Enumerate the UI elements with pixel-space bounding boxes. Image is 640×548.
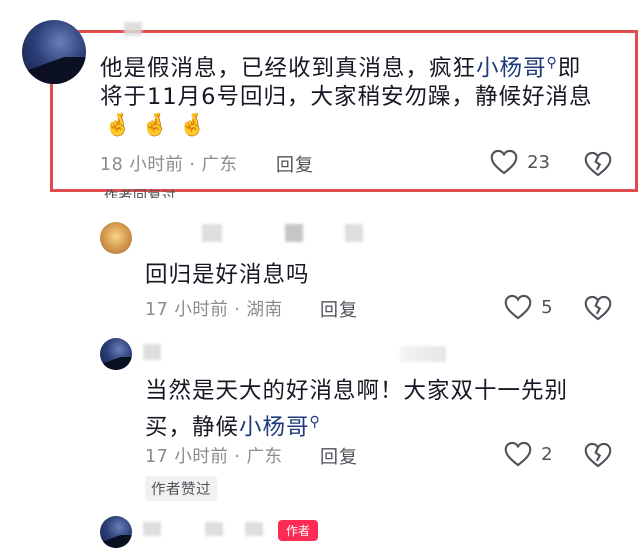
like-count: 23: [527, 151, 550, 173]
username-blurred[interactable]: [143, 344, 161, 360]
dislike-button[interactable]: [584, 151, 612, 181]
dislike-button[interactable]: [584, 442, 612, 472]
search-icon[interactable]: ⚲: [547, 55, 558, 71]
keyword-link[interactable]: 小杨哥: [476, 56, 547, 82]
avatar[interactable]: [100, 338, 132, 370]
comment-text-line1: 他是假消息，已经收到真消息，疯狂: [100, 55, 477, 82]
comment-text-line2-start: 买，静候: [145, 414, 240, 441]
like-button[interactable]: 23: [490, 149, 550, 179]
time-location: 18 小时前 · 广东: [100, 155, 238, 175]
comment-text-line1-end: 即: [557, 55, 582, 82]
comment-text: 回归是好消息吗: [145, 262, 310, 288]
broken-heart-icon: [584, 151, 612, 177]
author-liked-tag: 作者赞过: [145, 476, 217, 501]
search-icon[interactable]: ⚲: [310, 414, 321, 430]
reply-button[interactable]: 回复: [276, 151, 314, 177]
comment-text-line1: 当然是天大的好消息啊！大家双十一先别: [145, 378, 569, 404]
username-blurred[interactable]: [285, 224, 303, 242]
username-blurred[interactable]: [400, 346, 446, 362]
comment-text-line2: 买，静候小杨哥⚲: [145, 405, 321, 445]
comment-text-line2: 将于11月6号回归，大家稍安勿躁，静候好消息: [100, 84, 593, 110]
heart-icon: [490, 149, 518, 175]
avatar[interactable]: [22, 20, 86, 84]
avatar[interactable]: [100, 516, 132, 548]
heart-icon: [504, 441, 532, 467]
username-blurred[interactable]: [205, 522, 223, 536]
like-button[interactable]: 2: [504, 441, 553, 467]
like-count: 2: [541, 443, 553, 465]
like-button[interactable]: 5: [504, 294, 553, 320]
emoji-row: 🤞🤞🤞: [104, 113, 217, 138]
username-blurred[interactable]: [143, 522, 161, 536]
reply-button[interactable]: 回复: [320, 443, 358, 469]
author-replied-tag: 作者回复过: [104, 189, 177, 198]
username-blurred[interactable]: [124, 22, 142, 36]
avatar[interactable]: [100, 222, 132, 254]
keyword-link[interactable]: 小杨哥: [239, 415, 310, 441]
broken-heart-icon: [584, 295, 612, 321]
time-location: 17 小时前 · 湖南: [145, 300, 283, 320]
heart-icon: [504, 294, 532, 320]
dislike-button[interactable]: [584, 295, 612, 325]
like-count: 5: [541, 296, 553, 318]
username-blurred[interactable]: [345, 224, 363, 242]
time-location: 17 小时前 · 广东: [145, 447, 283, 467]
username-blurred[interactable]: [245, 522, 263, 536]
reply-button[interactable]: 回复: [320, 296, 358, 322]
username-blurred[interactable]: [202, 224, 222, 242]
broken-heart-icon: [584, 442, 612, 468]
